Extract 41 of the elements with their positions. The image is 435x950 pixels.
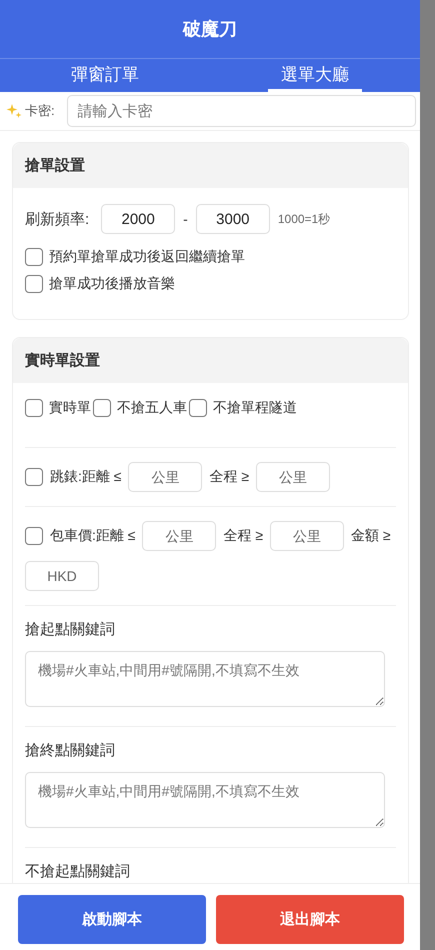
tab[interactable]: 選單大廳 bbox=[268, 59, 362, 92]
checkbox[interactable] bbox=[189, 399, 207, 417]
input-field[interactable]: HKD bbox=[25, 561, 99, 591]
filter-label: 包車價:距離 ≤ bbox=[50, 527, 136, 545]
card-key-label: 卡密: bbox=[25, 102, 55, 120]
exit-button[interactable]: 退出腳本 bbox=[216, 895, 404, 944]
keyword-label: 搶終點關鍵詞 bbox=[25, 741, 116, 760]
number-field[interactable]: 2000 bbox=[101, 204, 176, 234]
card-key-field[interactable]: 請輸入卡密 bbox=[66, 95, 416, 127]
input-field[interactable]: 公里 bbox=[128, 462, 202, 492]
checkbox[interactable] bbox=[25, 468, 43, 486]
tab[interactable]: 彈窗訂單 bbox=[58, 59, 152, 92]
keyword-label: 搶起點關鍵詞 bbox=[25, 620, 116, 639]
option-label: 預約單搶單成功後返回繼續搶單 bbox=[49, 248, 245, 266]
checkbox[interactable] bbox=[25, 399, 43, 417]
input-field[interactable]: 公里 bbox=[270, 521, 344, 551]
option-label: 不搶單程隧道 bbox=[213, 399, 297, 417]
section-title: 實時單設置 bbox=[13, 338, 408, 383]
keyword-label: 不搶起點關鍵詞 bbox=[25, 862, 131, 881]
filter-label: 跳錶:距離 ≤ bbox=[50, 468, 122, 486]
sparkle-icon bbox=[6, 103, 22, 119]
filter-label: 金額 ≥ bbox=[351, 527, 391, 545]
section-title: 搶單設置 bbox=[13, 143, 408, 188]
refresh-label: 刷新頻率: bbox=[25, 210, 90, 228]
number-field[interactable]: 3000 bbox=[196, 204, 270, 234]
range-separator: - bbox=[183, 211, 188, 227]
keyword-field[interactable]: 機場#火車站,中間用#號隔開,不填寫不生效 bbox=[25, 651, 385, 707]
checkbox[interactable] bbox=[25, 248, 43, 266]
input-field[interactable]: 公里 bbox=[256, 462, 330, 492]
start-button[interactable]: 啟動腳本 bbox=[18, 895, 206, 944]
unit-hint: 1000=1秒 bbox=[278, 210, 330, 228]
keyword-field[interactable]: 機場#火車站,中間用#號隔開,不填寫不生效 bbox=[25, 772, 385, 828]
checkbox[interactable] bbox=[25, 275, 43, 293]
checkbox[interactable] bbox=[25, 527, 43, 545]
checkbox[interactable] bbox=[93, 399, 111, 417]
option-label: 實時單 bbox=[49, 399, 91, 417]
input-field[interactable]: 公里 bbox=[142, 521, 216, 551]
filter-label: 全程 ≥ bbox=[223, 527, 264, 545]
filter-label: 全程 ≥ bbox=[209, 468, 250, 486]
option-label: 搶單成功後播放音樂 bbox=[49, 275, 175, 293]
option-label: 不搶五人車 bbox=[117, 399, 187, 417]
